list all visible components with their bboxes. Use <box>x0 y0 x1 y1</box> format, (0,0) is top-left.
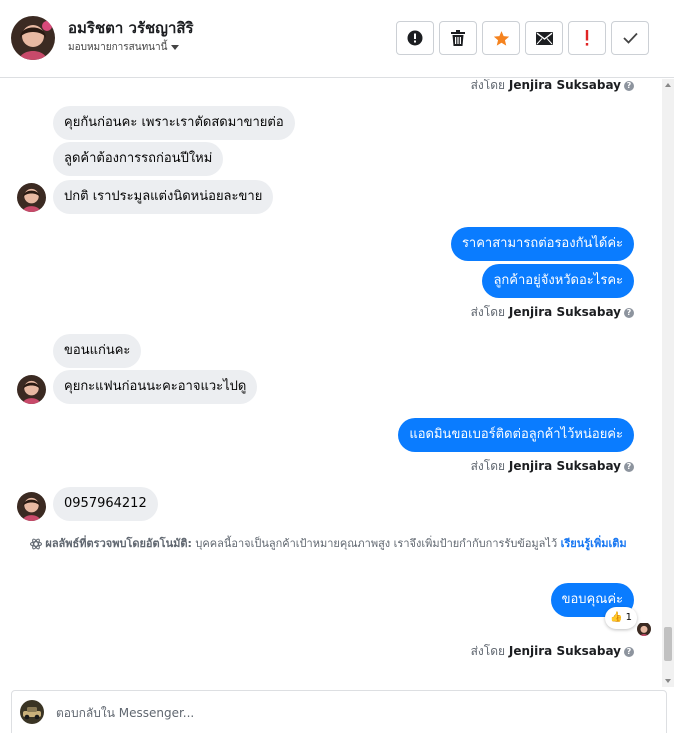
message-incoming[interactable]: 0957964212 <box>53 487 158 521</box>
star-icon <box>493 30 509 46</box>
reply-input[interactable] <box>56 703 616 723</box>
envelope-icon <box>535 31 553 45</box>
help-icon[interactable]: ? <box>624 307 634 318</box>
reaction-count: 1 <box>625 612 633 623</box>
caret-down-icon <box>171 44 180 50</box>
message-incoming[interactable]: คุยกะแฟนก่อนนะคะอาจแวะไปดู <box>53 370 258 404</box>
info-button[interactable] <box>396 21 434 55</box>
assign-conversation-label: มอบหมายการสนทนานี้ <box>68 42 168 53</box>
scroll-up-arrow[interactable] <box>665 83 671 87</box>
scroll-thumb[interactable] <box>664 627 672 661</box>
contact-avatar-image <box>17 492 46 521</box>
notice-title: ผลลัพธ์ที่ตรวจพบโดยอัตโนมัติ: <box>45 537 192 550</box>
sent-by-label: ส่งโดย Jenjira Suksabay? <box>471 303 634 322</box>
contact-avatar-image <box>17 375 46 404</box>
sent-by-label: ส่งโดย Jenjira Suksabay? <box>471 642 634 661</box>
message-incoming[interactable]: ขอนแก่นคะ <box>53 334 142 368</box>
reaction-badge[interactable]: 👍 1 <box>605 607 638 629</box>
scroll-down-arrow[interactable] <box>665 679 671 683</box>
help-icon[interactable]: ? <box>624 646 634 657</box>
contact-avatar-image <box>637 623 651 636</box>
notice-text: บุคคลนี้อาจเป็นลูกค้าเป้าหมายคุณภาพสูง เ… <box>195 537 558 550</box>
thumbs-up-icon: 👍 <box>610 612 623 623</box>
contact-avatar-small <box>17 492 46 521</box>
spam-button[interactable] <box>568 21 606 55</box>
contact-avatar-image <box>17 183 46 212</box>
scrollbar[interactable] <box>662 79 674 687</box>
conversation-header: อมริชตา วรัชญาสิริ มอบหมายการสนทนานี้ <box>0 0 674 78</box>
contact-avatar-small <box>17 375 46 404</box>
contact-avatar-small <box>17 183 46 212</box>
sent-by-label: ส่งโดย Jenjira Suksabay? <box>471 457 634 476</box>
contact-avatar-image <box>11 16 55 60</box>
message-incoming[interactable]: ลูดค้าต้องการรถก่อนปีใหม่ <box>53 142 224 176</box>
atom-icon <box>30 538 43 550</box>
message-incoming[interactable]: ปกติ เราประมูลแต่งนิดหน่อยละขาย <box>53 180 274 214</box>
message-thread: ส่งโดย Jenjira Suksabay? คุยกันก่อนคะ เพ… <box>0 79 674 687</box>
help-icon[interactable]: ? <box>624 80 634 91</box>
check-icon <box>622 32 638 44</box>
contact-avatar[interactable] <box>11 16 55 60</box>
info-icon <box>407 30 423 46</box>
mark-unread-button[interactable] <box>525 21 563 55</box>
mark-done-button[interactable] <box>611 21 649 55</box>
page-avatar-image <box>20 700 44 724</box>
read-receipt-avatar <box>637 622 651 636</box>
help-icon[interactable]: ? <box>624 461 634 472</box>
trash-icon <box>451 30 465 46</box>
message-outgoing[interactable]: แอดมินขอเบอร์ติดต่อลูกค้าไว้หน่อยค่ะ <box>398 418 634 452</box>
learn-more-link[interactable]: เรียนรู้เพิ่มเติม <box>561 537 627 550</box>
auto-detected-notice: ผลลัพธ์ที่ตรวจพบโดยอัตโนมัติ: บุคคลนี้อา… <box>16 535 641 553</box>
star-button[interactable] <box>482 21 520 55</box>
exclamation-icon <box>585 30 589 46</box>
message-incoming[interactable]: คุยกันก่อนคะ เพราะเราตัดสดมาขายต่อ <box>53 106 295 140</box>
assign-conversation-dropdown[interactable]: มอบหมายการสนทนานี้ <box>68 40 180 55</box>
contact-name: อมริชตา วรัชญาสิริ <box>68 19 194 37</box>
sent-by-label: ส่งโดย Jenjira Suksabay? <box>471 79 634 95</box>
message-outgoing[interactable]: ราคาสามารถต่อรองกันได้ค่ะ <box>450 227 634 261</box>
reply-box[interactable] <box>11 690 667 733</box>
delete-button[interactable] <box>439 21 477 55</box>
page-avatar <box>20 700 44 724</box>
message-outgoing[interactable]: ลูกค้าอยู่จังหวัดอะไรคะ <box>482 264 634 298</box>
